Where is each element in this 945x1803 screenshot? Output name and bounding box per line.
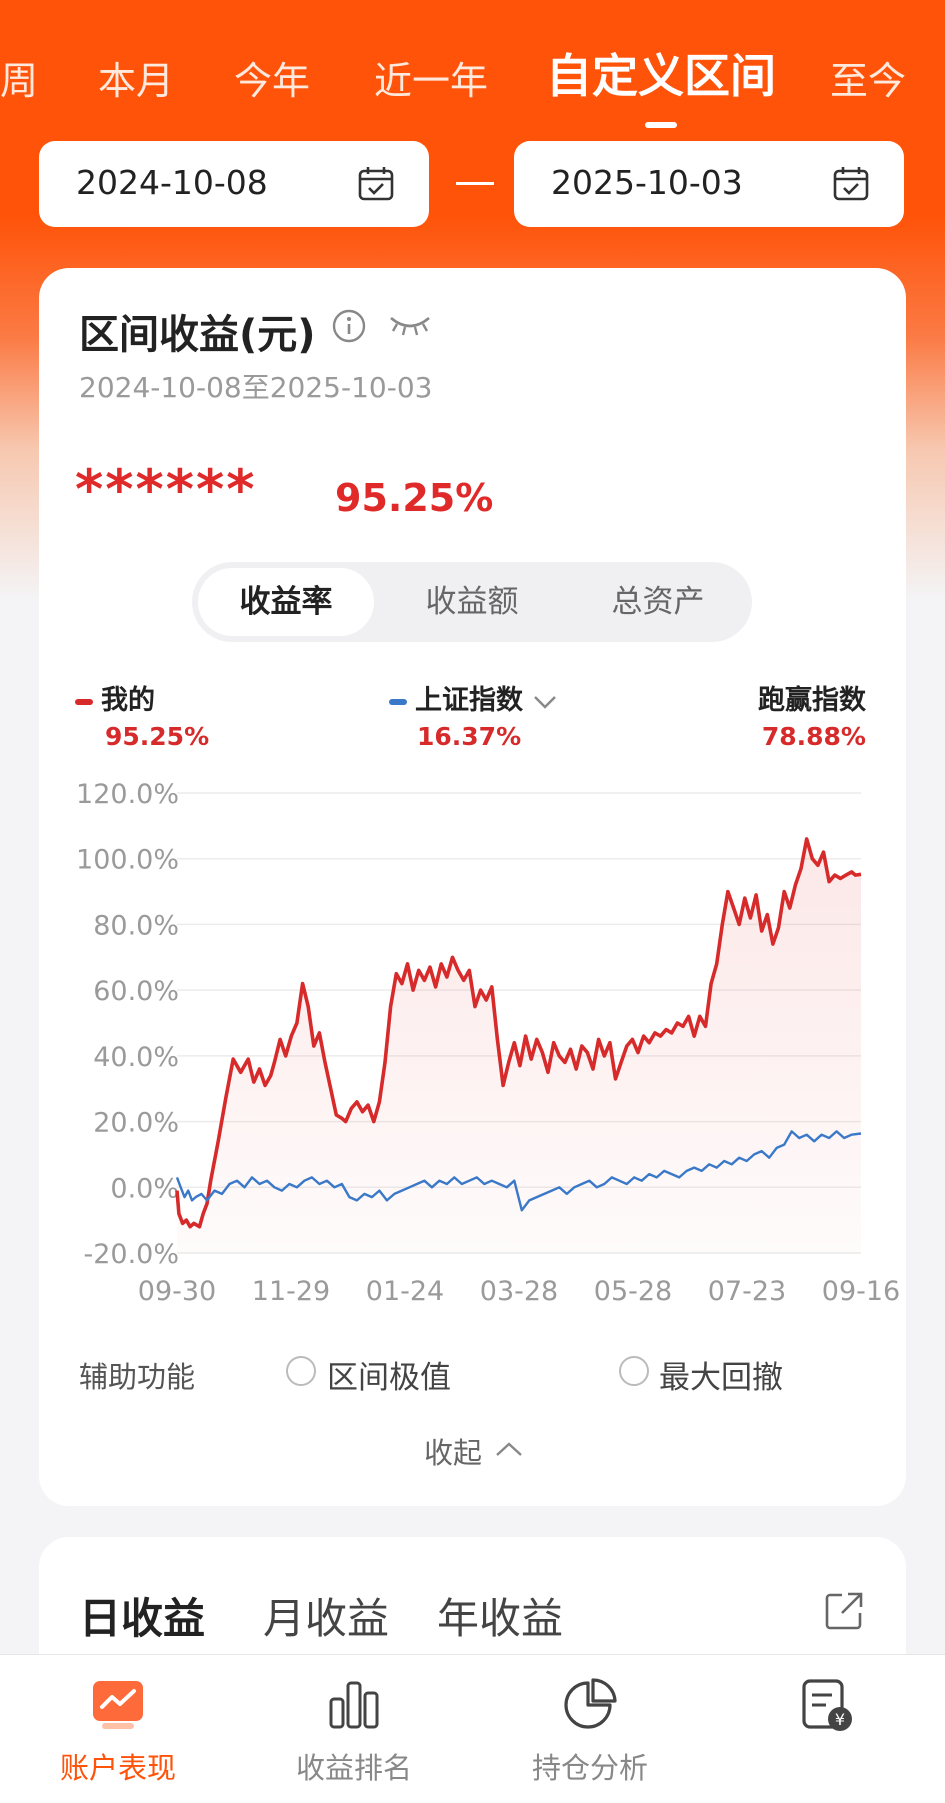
- tab-yearly-earnings[interactable]: 年收益: [437, 1585, 563, 1646]
- calendar-icon: [357, 165, 395, 207]
- tab-week[interactable]: 周: [0, 50, 38, 105]
- bill-yuan-icon: ¥: [796, 1677, 856, 1737]
- return-line-chart: 120.0% 100.0% 80.0% 60.0% 40.0% 20.0% 0.0% -20.…: [76, 779, 900, 1307]
- x-tick-label: 11-29: [252, 1276, 330, 1307]
- date-range-separator: [456, 182, 494, 185]
- y-tick-label: 80.0%: [93, 910, 179, 941]
- active-tab-indicator: [645, 122, 677, 128]
- end-date-field[interactable]: 2025-10-03: [514, 141, 904, 227]
- tab-daily-earnings[interactable]: 日收益: [79, 1585, 206, 1666]
- svg-text:¥: ¥: [835, 1710, 845, 1729]
- nav-return-ranking[interactable]: 收益排名: [236, 1655, 472, 1803]
- tab-this-year[interactable]: 今年: [234, 50, 310, 105]
- x-tick-label: 07-23: [708, 1276, 786, 1307]
- y-tick-label: 100.0%: [76, 845, 179, 876]
- y-tick-label: 0.0%: [110, 1173, 179, 1204]
- max-drawdown-label: 最大回撤: [659, 1360, 783, 1396]
- chevron-up-icon[interactable]: [494, 1440, 524, 1462]
- range-return-card: 区间收益(元) 2024-10-08至2025-10-03 ****** 95.…: [39, 268, 906, 1506]
- collapse-button[interactable]: 收起: [424, 1430, 482, 1472]
- share-icon[interactable]: [822, 1589, 866, 1637]
- tab-custom-range[interactable]: 自定义区间: [546, 40, 776, 128]
- tab-past-year[interactable]: 近一年: [374, 50, 488, 105]
- bottom-navigation: 账户表现 收益排名 持仓分析 ¥: [0, 1654, 945, 1803]
- pie-chart-icon: [560, 1677, 620, 1737]
- range-extreme-radio[interactable]: [286, 1356, 316, 1386]
- x-tick-label: 03-28: [480, 1276, 558, 1307]
- nav-return-ranking-label: 收益排名: [295, 1751, 412, 1785]
- calendar-icon: [832, 165, 870, 207]
- y-tick-label: 120.0%: [76, 779, 179, 810]
- y-tick-label: 20.0%: [93, 1108, 179, 1139]
- bar-chart-icon: [324, 1677, 384, 1737]
- max-drawdown-radio[interactable]: [619, 1356, 649, 1386]
- start-date-value: 2024-10-08: [76, 163, 268, 202]
- account-chart-icon: [88, 1677, 148, 1737]
- x-tick-label: 09-30: [138, 1276, 216, 1307]
- x-tick-label: 05-28: [594, 1276, 672, 1307]
- tab-custom-range-label: 自定义区间: [546, 49, 776, 103]
- end-date-value: 2025-10-03: [551, 163, 743, 202]
- nav-account-performance[interactable]: 账户表现: [0, 1655, 236, 1803]
- aux-functions-label: 辅助功能: [79, 1360, 196, 1394]
- y-tick-label: 60.0%: [93, 976, 179, 1007]
- range-extreme-label: 区间极值: [327, 1360, 451, 1396]
- tab-monthly-earnings[interactable]: 月收益: [263, 1585, 389, 1646]
- nav-holding-analysis[interactable]: 持仓分析: [472, 1655, 708, 1803]
- start-date-field[interactable]: 2024-10-08: [39, 141, 429, 227]
- tab-daily-earnings-label: 日收益: [79, 1594, 206, 1643]
- nav-bill[interactable]: ¥: [708, 1655, 944, 1803]
- tab-to-date[interactable]: 至今: [830, 50, 906, 105]
- nav-account-performance-label: 账户表现: [59, 1751, 176, 1785]
- nav-holding-analysis-label: 持仓分析: [531, 1751, 648, 1785]
- y-tick-label: 40.0%: [93, 1042, 179, 1073]
- y-tick-label: -20.0%: [83, 1239, 179, 1270]
- tab-this-month[interactable]: 本月: [98, 50, 174, 105]
- x-tick-label: 09-16: [822, 1276, 900, 1307]
- x-tick-label: 01-24: [366, 1276, 444, 1307]
- period-tabs: 周 本月 今年 近一年 自定义区间 至今: [0, 38, 945, 128]
